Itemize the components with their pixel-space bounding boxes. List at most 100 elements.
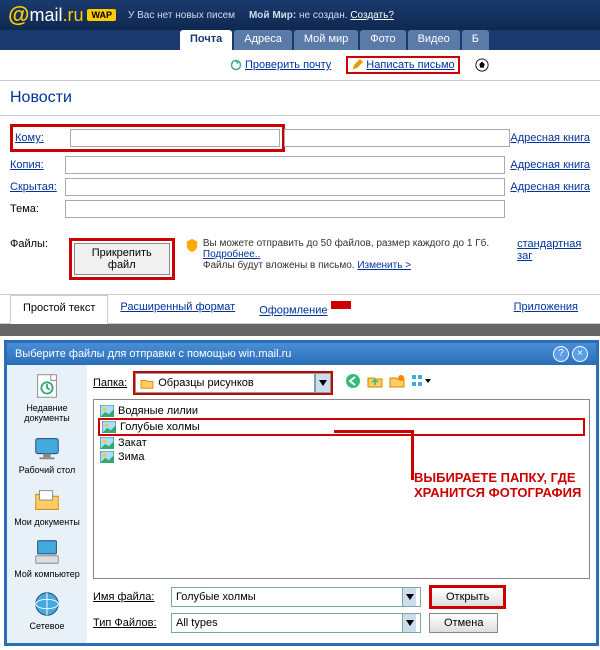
place-desktop-label: Рабочий стол	[19, 465, 76, 475]
image-file-icon	[100, 437, 114, 449]
standard-upload-link[interactable]: стандартная заг	[517, 238, 590, 262]
dialog-title-text: Выберите файлы для отправки с помощью wi…	[15, 348, 550, 360]
tab-plain-text[interactable]: Простой текст	[10, 295, 108, 324]
filename-input[interactable]: Голубые холмы	[171, 587, 421, 607]
file-label: Водяные лилии	[118, 405, 198, 417]
tab-photo[interactable]: Фото	[360, 30, 405, 50]
file-label: Голубые холмы	[120, 421, 200, 433]
places-bar: Недавние документы Рабочий стол Мои доку…	[7, 365, 87, 643]
shield-icon	[185, 238, 199, 252]
desktop-icon	[32, 433, 62, 463]
file-item-1[interactable]: Водяные лилии	[98, 404, 585, 418]
recent-docs-icon	[32, 371, 62, 401]
place-mydocs[interactable]: Мои документы	[14, 485, 80, 527]
tab-myworld[interactable]: Мой мир	[294, 30, 358, 50]
soccer-ball-icon[interactable]	[475, 58, 489, 72]
attach-change-link[interactable]: Изменить >	[357, 260, 411, 271]
image-file-icon	[100, 405, 114, 417]
place-mydocs-label: Мои документы	[14, 517, 80, 527]
open-button[interactable]: Открыть	[429, 585, 506, 609]
chevron-down-icon	[319, 380, 327, 386]
filetype-label: Тип Файлов:	[93, 617, 163, 629]
file-open-dialog: Выберите файлы для отправки с помощью wi…	[4, 340, 599, 646]
dialog-nav-icons	[345, 373, 431, 392]
news-section-title: Новости	[0, 81, 600, 116]
tab-addresses[interactable]: Адреса	[234, 30, 292, 50]
filename-value: Голубые холмы	[176, 591, 256, 603]
to-input-ext[interactable]	[284, 129, 510, 147]
up-folder-icon[interactable]	[367, 373, 383, 392]
check-mail-label: Проверить почту	[245, 59, 331, 71]
back-icon[interactable]	[345, 373, 361, 392]
mail-toolbar: Проверить почту Написать письмо	[0, 50, 600, 81]
tab-design[interactable]: Оформление	[247, 295, 363, 323]
subject-input[interactable]	[65, 200, 505, 218]
cancel-button[interactable]: Отмена	[429, 613, 498, 633]
folder-label: Папка:	[93, 377, 127, 389]
tab-rich-format[interactable]: Расширенный формат	[108, 295, 247, 323]
write-letter-link[interactable]: Написать письмо	[346, 56, 459, 74]
create-world-link[interactable]: Создать?	[350, 10, 394, 21]
my-world-label: Мой Мир:	[249, 10, 296, 21]
mail-header: @ mail .ru WAP У Вас нет новых писем Мой…	[0, 0, 600, 30]
new-folder-icon[interactable]	[389, 373, 405, 392]
to-label[interactable]: Кому:	[15, 132, 70, 144]
attach-details-link[interactable]: Подробнее..	[203, 249, 260, 260]
wap-badge[interactable]: WAP	[87, 9, 116, 21]
to-input[interactable]	[70, 129, 280, 147]
subject-label: Тема:	[10, 203, 65, 215]
tab-mail[interactable]: Почта	[180, 30, 232, 50]
logo-mail: mail	[29, 5, 62, 26]
attach-file-button[interactable]: Прикрепить файл	[74, 243, 170, 275]
file-list[interactable]: Водяные лилии Голубые холмы Закат Зима В…	[93, 399, 590, 579]
attach-note: Вы можете отправить до 50 файлов, размер…	[185, 238, 507, 271]
filetype-dropdown[interactable]: All types	[171, 613, 421, 633]
chevron-down-icon	[406, 620, 414, 626]
dialog-main: Папка: Образцы рисунков	[87, 365, 596, 643]
place-recent[interactable]: Недавние документы	[11, 371, 83, 423]
separator-band	[0, 324, 600, 336]
files-label: Файлы:	[10, 238, 59, 250]
folder-highlight: Образцы рисунков	[133, 371, 333, 395]
help-button[interactable]: ?	[553, 346, 569, 362]
filetype-drop[interactable]	[402, 614, 416, 632]
network-icon	[32, 589, 62, 619]
chevron-down-icon	[406, 594, 414, 600]
folder-drop-button[interactable]	[315, 373, 331, 393]
filename-label: Имя файла:	[93, 591, 163, 603]
place-mycomputer[interactable]: Мой компьютер	[14, 537, 80, 579]
tab-more[interactable]: Б	[462, 30, 489, 50]
tab-attachments[interactable]: Приложения	[502, 295, 590, 323]
filename-drop[interactable]	[402, 588, 416, 606]
pencil-icon	[351, 59, 363, 71]
logo-ru: .ru	[62, 5, 83, 26]
logo-at: @	[8, 2, 29, 28]
attach-inline-text: Файлы будут вложены в письмо.	[203, 260, 355, 271]
copy-label[interactable]: Копия:	[10, 159, 65, 171]
close-button[interactable]: ×	[572, 346, 588, 362]
bcc-input[interactable]	[65, 178, 505, 196]
place-network[interactable]: Сетевое	[30, 589, 65, 631]
place-desktop[interactable]: Рабочий стол	[19, 433, 76, 475]
check-mail-link[interactable]: Проверить почту	[230, 59, 331, 71]
copy-input[interactable]	[65, 156, 505, 174]
folder-value: Образцы рисунков	[158, 377, 254, 389]
write-letter-label: Написать письмо	[366, 59, 454, 71]
address-book-link-to[interactable]: Адресная книга	[510, 132, 590, 144]
bcc-label[interactable]: Скрытая:	[10, 181, 65, 193]
address-book-link-cc[interactable]: Адресная книга	[510, 159, 590, 171]
annotation-text: ВЫБИРАЕТЕ ПАПКУ, ГДЕ ХРАНИТСЯ ФОТОГРАФИЯ	[414, 470, 589, 501]
view-menu-icon[interactable]	[411, 373, 431, 392]
attach-highlight: Прикрепить файл	[69, 238, 175, 280]
image-file-icon	[100, 451, 114, 463]
tab-video[interactable]: Видео	[408, 30, 460, 50]
folder-dropdown[interactable]: Образцы рисунков	[135, 373, 315, 393]
place-mycomputer-label: Мой компьютер	[14, 569, 80, 579]
mailru-logo[interactable]: @ mail .ru	[8, 2, 83, 28]
folder-icon	[140, 377, 154, 389]
address-book-link-bcc[interactable]: Адресная книга	[510, 181, 590, 193]
mydocs-icon	[32, 485, 62, 515]
header-info: У Вас нет новых писем Мой Мир: не создан…	[128, 10, 394, 21]
dialog-titlebar[interactable]: Выберите файлы для отправки с помощью wi…	[7, 343, 596, 365]
annotation-arrow	[334, 430, 414, 480]
